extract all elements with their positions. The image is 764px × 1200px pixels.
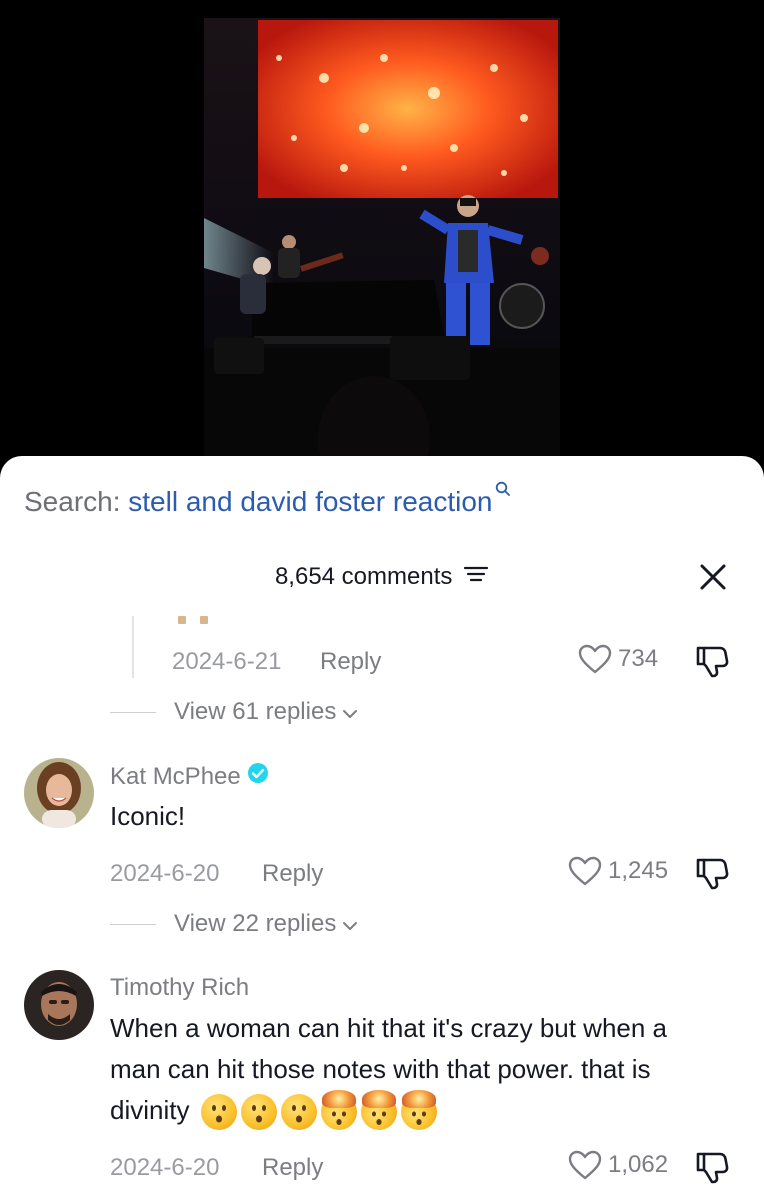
hushed-face-emoji-icon xyxy=(240,1094,277,1131)
comment-date: 2024-6-20 xyxy=(110,1154,220,1181)
exploding-head-emoji-icon xyxy=(400,1090,437,1131)
comment-date: 2024-6-21 xyxy=(172,648,282,675)
view-replies-label: View 22 replies xyxy=(174,910,337,937)
verified-badge-icon xyxy=(247,762,269,791)
dislike-icon[interactable] xyxy=(694,856,730,895)
sort-filter-icon[interactable] xyxy=(463,563,489,591)
heart-icon xyxy=(568,1150,602,1180)
dislike-icon[interactable] xyxy=(694,644,730,683)
dislike-icon[interactable] xyxy=(694,1150,730,1189)
reply-thread-line xyxy=(132,616,134,678)
comment-username[interactable]: Kat McPhee xyxy=(110,762,269,791)
search-icon[interactable] xyxy=(495,472,511,504)
divider xyxy=(110,711,156,713)
comments-header: 8,654 comments xyxy=(0,562,764,591)
comment-username[interactable]: Timothy Rich xyxy=(110,974,249,1002)
close-icon[interactable] xyxy=(696,560,730,594)
hushed-face-emoji-icon xyxy=(280,1094,317,1131)
chevron-down-icon xyxy=(342,910,358,938)
emoji-fragment xyxy=(200,616,208,624)
heart-icon xyxy=(568,856,602,886)
username-label: Kat McPhee xyxy=(110,762,241,790)
view-replies-button[interactable]: View 61 replies xyxy=(110,698,358,726)
video-player[interactable] xyxy=(0,0,764,470)
reply-button[interactable]: Reply xyxy=(262,1154,323,1182)
comments-count: 8,654 comments xyxy=(274,562,453,590)
like-button[interactable]: 1,062 xyxy=(568,1150,668,1180)
like-count: 1,245 xyxy=(608,857,669,884)
username-label: Timothy Rich xyxy=(110,974,250,1001)
like-button[interactable]: 1,245 xyxy=(568,856,668,886)
hushed-face-emoji-icon xyxy=(200,1094,237,1131)
search-term-link[interactable]: stell and david foster reaction xyxy=(128,486,492,517)
avatar[interactable] xyxy=(24,758,94,828)
reply-button[interactable]: Reply xyxy=(320,648,381,676)
exploding-head-emoji-icon xyxy=(320,1090,357,1131)
comment-text: When a woman can hit that it's crazy but… xyxy=(110,1008,710,1131)
view-replies-label: View 61 replies xyxy=(174,698,337,725)
comment-text: Iconic! xyxy=(110,801,186,831)
search-suggestion[interactable]: Search: stell and david foster reaction xyxy=(24,481,511,518)
concert-video-frame xyxy=(204,18,560,458)
like-button[interactable]: 734 xyxy=(578,644,658,674)
avatar[interactable] xyxy=(24,970,94,1040)
exploding-head-emoji-icon xyxy=(360,1090,397,1131)
comments-sheet: Search: stell and david foster reaction … xyxy=(0,456,764,1200)
like-count: 1,062 xyxy=(608,1151,669,1178)
emoji-fragment xyxy=(178,616,186,624)
like-count: 734 xyxy=(618,645,659,672)
chevron-down-icon xyxy=(342,698,358,726)
search-prefix-label: Search: xyxy=(24,486,121,517)
comment-date: 2024-6-20 xyxy=(110,860,220,887)
reply-button[interactable]: Reply xyxy=(262,860,323,888)
view-replies-button[interactable]: View 22 replies xyxy=(110,910,358,938)
divider xyxy=(110,923,156,925)
heart-icon xyxy=(578,644,612,674)
